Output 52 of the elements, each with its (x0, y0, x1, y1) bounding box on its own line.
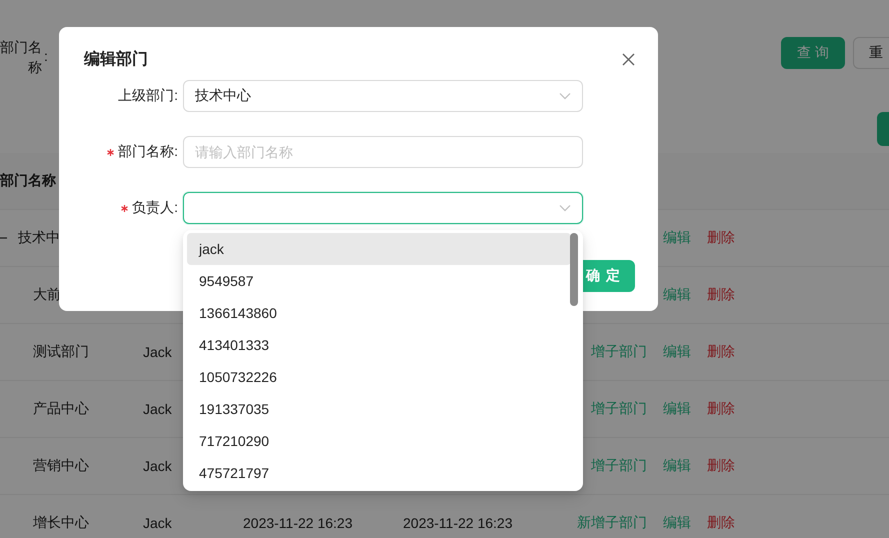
action-link[interactable]: 增子部门 (591, 457, 647, 475)
dropdown-option[interactable]: 717210290 (187, 425, 571, 457)
table-cell: 产品中心 (33, 400, 89, 418)
table-cell: 技术中 (18, 229, 60, 247)
table-cell: Jack (143, 401, 172, 417)
input-field[interactable]: 请输入部门名称 (183, 136, 583, 168)
table-cell: 测试部门 (33, 343, 89, 361)
delete-link[interactable]: 删除 (707, 400, 735, 418)
delete-link[interactable]: 删除 (707, 457, 735, 475)
reset-button[interactable]: 重 (853, 37, 889, 69)
table-cell: 营销中心 (33, 457, 89, 475)
chevron-down-icon (559, 92, 571, 100)
field-label: 上级部门: (118, 87, 178, 105)
table-cell: 2023-11-22 16:23 (403, 515, 512, 531)
dropdown-option[interactable]: 413401333 (187, 329, 571, 361)
dropdown-option[interactable]: 475721797 (187, 457, 571, 489)
label-colon: : (44, 48, 48, 64)
dropdown-option[interactable]: jack (187, 233, 571, 265)
table-cell: 大前 (33, 286, 61, 304)
field-label: 部门名称: (118, 143, 178, 161)
chevron-down-icon (559, 204, 571, 212)
delete-link[interactable]: 删除 (707, 286, 735, 304)
search-button[interactable]: 查 询 (781, 37, 845, 69)
delete-link[interactable]: 删除 (707, 343, 735, 361)
column-header: 部门名称 (0, 172, 56, 190)
scrollbar[interactable] (570, 233, 578, 306)
delete-link[interactable]: 删除 (707, 514, 735, 532)
dropdown-option[interactable]: 1050732226 (187, 361, 571, 393)
table-cell: Jack (143, 515, 172, 531)
dropdown-option[interactable]: 191337035 (187, 393, 571, 425)
field-label: 负责人: (132, 199, 178, 217)
action-link[interactable]: 编辑 (663, 514, 691, 532)
table-cell: Jack (143, 344, 172, 360)
close-icon[interactable] (622, 52, 635, 66)
dialog-title: 编辑部门 (84, 49, 148, 70)
action-link[interactable]: 编辑 (663, 343, 691, 361)
action-link[interactable]: 新增子部门 (577, 514, 647, 532)
action-link[interactable]: 编辑 (663, 457, 691, 475)
select-field[interactable] (183, 192, 583, 224)
action-link[interactable]: 编辑 (663, 286, 691, 304)
table-cell: 2023-11-22 16:23 (243, 515, 352, 531)
delete-link[interactable]: 删除 (707, 229, 735, 247)
action-link[interactable]: 编辑 (663, 400, 691, 418)
action-link[interactable]: 增子部门 (591, 343, 647, 361)
dropdown-option[interactable]: 9549587 (187, 265, 571, 297)
action-link[interactable]: 编辑 (663, 229, 691, 247)
dropdown-option[interactable]: 1366143860 (187, 297, 571, 329)
select-field[interactable]: 技术中心 (183, 80, 583, 112)
table-cell: 增长中心 (33, 514, 89, 532)
search-label: 部门名称 (0, 38, 42, 77)
action-link[interactable]: 增子部门 (591, 400, 647, 418)
table-cell: Jack (143, 458, 172, 474)
